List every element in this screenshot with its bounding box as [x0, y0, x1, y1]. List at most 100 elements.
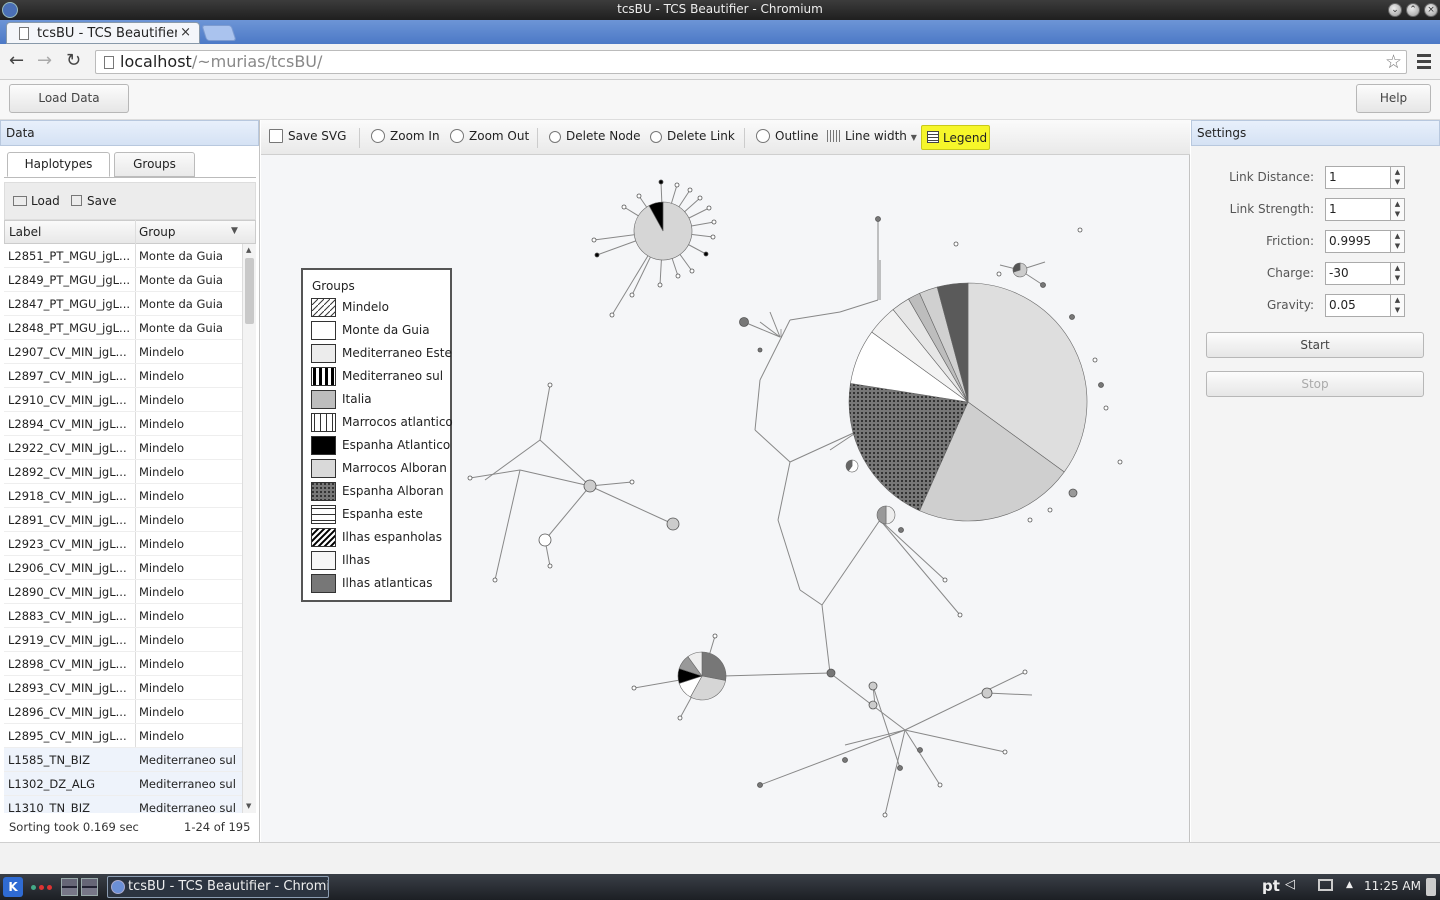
haplotype-node[interactable]: [826, 668, 836, 678]
zoom-out-button[interactable]: Zoom Out: [450, 129, 529, 143]
scroll-up-icon[interactable]: ▲: [246, 246, 251, 254]
haplotype-node[interactable]: [710, 234, 716, 240]
spinner-icon[interactable]: ▲ ▼: [1391, 198, 1405, 221]
table-row[interactable]: L2892_CV_MIN_jgL... Mindelo: [4, 460, 242, 484]
delete-link-button[interactable]: Delete Link: [650, 129, 735, 143]
network-link[interactable]: [777, 519, 801, 591]
haplotype-node[interactable]: [657, 282, 663, 288]
haplotype-node[interactable]: [1103, 405, 1109, 411]
table-row[interactable]: L2897_CV_MIN_jgL... Mindelo: [4, 364, 242, 388]
table-row[interactable]: L2890_CV_MIN_jgL... Mindelo: [4, 580, 242, 604]
new-tab-button[interactable]: [201, 25, 237, 41]
pager-dot-icon[interactable]: [31, 885, 36, 890]
haplotype-node[interactable]: [492, 577, 498, 583]
back-icon[interactable]: ←: [9, 52, 24, 70]
haplotype-node[interactable]: [621, 204, 627, 210]
browser-tab[interactable]: tcsBU - TCS Beautifier ×: [6, 22, 200, 44]
haplotype-node[interactable]: [583, 479, 597, 493]
haplotype-node[interactable]: [898, 527, 904, 533]
reload-icon[interactable]: ↻: [66, 52, 81, 70]
grid-load-button[interactable]: Load: [13, 194, 60, 208]
haplotype-node[interactable]: [666, 517, 680, 531]
table-row[interactable]: L2896_CV_MIN_jgL... Mindelo: [4, 700, 242, 724]
help-button[interactable]: Help: [1356, 84, 1431, 113]
haplotype-node[interactable]: [882, 812, 888, 818]
setting-input[interactable]: 1: [1325, 166, 1391, 189]
network-link[interactable]: [799, 589, 823, 606]
pie-slice[interactable]: [701, 651, 727, 681]
forward-icon[interactable]: →: [37, 52, 52, 70]
network-link[interactable]: [519, 469, 591, 487]
network-link[interactable]: [754, 379, 761, 431]
tab-groups[interactable]: Groups: [114, 152, 195, 177]
spinner-icon[interactable]: ▲ ▼: [1391, 166, 1405, 189]
table-row[interactable]: L2922_CV_MIN_jgL... Mindelo: [4, 436, 242, 460]
close-window-icon[interactable]: ×: [1424, 3, 1438, 17]
network-link[interactable]: [829, 672, 906, 731]
haplotype-node[interactable]: [957, 612, 963, 618]
haplotype-node[interactable]: [1022, 669, 1028, 675]
haplotype-node[interactable]: [1069, 314, 1075, 320]
table-row[interactable]: L2906_CV_MIN_jgL... Mindelo: [4, 556, 242, 580]
haplotype-node[interactable]: [1098, 382, 1104, 388]
haplotype-node[interactable]: [1092, 357, 1098, 363]
table-row[interactable]: L2848_PT_MGU_jgL... Monte da Guia: [4, 316, 242, 340]
network-link[interactable]: [589, 485, 674, 525]
haplotype-node[interactable]: [937, 782, 943, 788]
kde-menu-icon[interactable]: K: [3, 877, 23, 897]
address-bar[interactable]: localhost/~murias/tcsBU/ ☆: [95, 50, 1407, 74]
table-row[interactable]: L2923_CV_MIN_jgL... Mindelo: [4, 532, 242, 556]
scroll-down-icon[interactable]: ▼: [246, 802, 251, 810]
keyboard-layout[interactable]: pt: [1262, 877, 1280, 895]
haplotype-node[interactable]: [711, 219, 717, 225]
network-link[interactable]: [754, 429, 791, 463]
network-link[interactable]: [821, 604, 831, 674]
network-link[interactable]: [759, 729, 906, 786]
network-icon[interactable]: [1318, 879, 1333, 891]
haplotype-node[interactable]: [1002, 749, 1008, 755]
haplotype-node[interactable]: [594, 252, 600, 258]
haplotype-node[interactable]: [697, 195, 703, 201]
table-row[interactable]: L2894_CV_MIN_jgL... Mindelo: [4, 412, 242, 436]
setting-input[interactable]: 0.9995: [1325, 230, 1391, 253]
zoom-in-button[interactable]: Zoom In: [371, 129, 440, 143]
column-header-group[interactable]: Group: [139, 225, 176, 239]
groups-legend[interactable]: Groups Mindelo Monte da Guia Mediterraneo …: [301, 268, 453, 602]
save-svg-button[interactable]: Save SVG: [269, 129, 346, 143]
table-row[interactable]: L2891_CV_MIN_jgL... Mindelo: [4, 508, 242, 532]
network-link[interactable]: [904, 729, 941, 786]
haplotype-node[interactable]: [1040, 282, 1046, 288]
line-width-dropdown[interactable]: Line width ▼: [827, 129, 917, 143]
network-link[interactable]: [844, 729, 906, 746]
haplotype-node[interactable]: [1027, 517, 1033, 523]
haplotype-node[interactable]: [1068, 488, 1078, 498]
network-link[interactable]: [986, 692, 1033, 696]
haplotype-node[interactable]: [689, 268, 695, 274]
haplotype-node[interactable]: [868, 681, 878, 691]
table-row[interactable]: L1302_DZ_ALG Mediterraneo sul: [4, 772, 242, 796]
outline-button[interactable]: Outline: [756, 129, 818, 143]
network-link[interactable]: [872, 685, 901, 769]
haplotype-node[interactable]: [996, 271, 1002, 277]
stop-button[interactable]: Stop: [1206, 371, 1424, 397]
network-link[interactable]: [884, 729, 906, 816]
network-link[interactable]: [879, 519, 946, 581]
haplotype-node[interactable]: [868, 700, 878, 710]
table-row[interactable]: L2847_PT_MGU_jgL... Monte da Guia: [4, 292, 242, 316]
maximize-icon[interactable]: ⌃: [1406, 3, 1420, 17]
haplotype-node[interactable]: [953, 241, 959, 247]
grid-save-button[interactable]: Save: [71, 194, 116, 208]
table-row[interactable]: L2918_CV_MIN_jgL... Mindelo: [4, 484, 242, 508]
start-button[interactable]: Start: [1206, 332, 1424, 358]
scroll-thumb[interactable]: [245, 258, 254, 324]
haplotype-node[interactable]: [547, 382, 553, 388]
haplotype-node[interactable]: [631, 685, 637, 691]
haplotype-node[interactable]: [591, 237, 597, 243]
spinner-icon[interactable]: ▲ ▼: [1391, 262, 1405, 285]
haplotype-node[interactable]: [712, 633, 718, 639]
bookmark-star-icon[interactable]: ☆: [1385, 51, 1402, 73]
haplotype-node[interactable]: [636, 193, 642, 199]
table-row[interactable]: L2883_CV_MIN_jgL... Mindelo: [4, 604, 242, 628]
table-row[interactable]: L1310_TN_BIZ Mediterraneo sul: [4, 796, 242, 813]
haplotype-node[interactable]: [609, 312, 615, 318]
